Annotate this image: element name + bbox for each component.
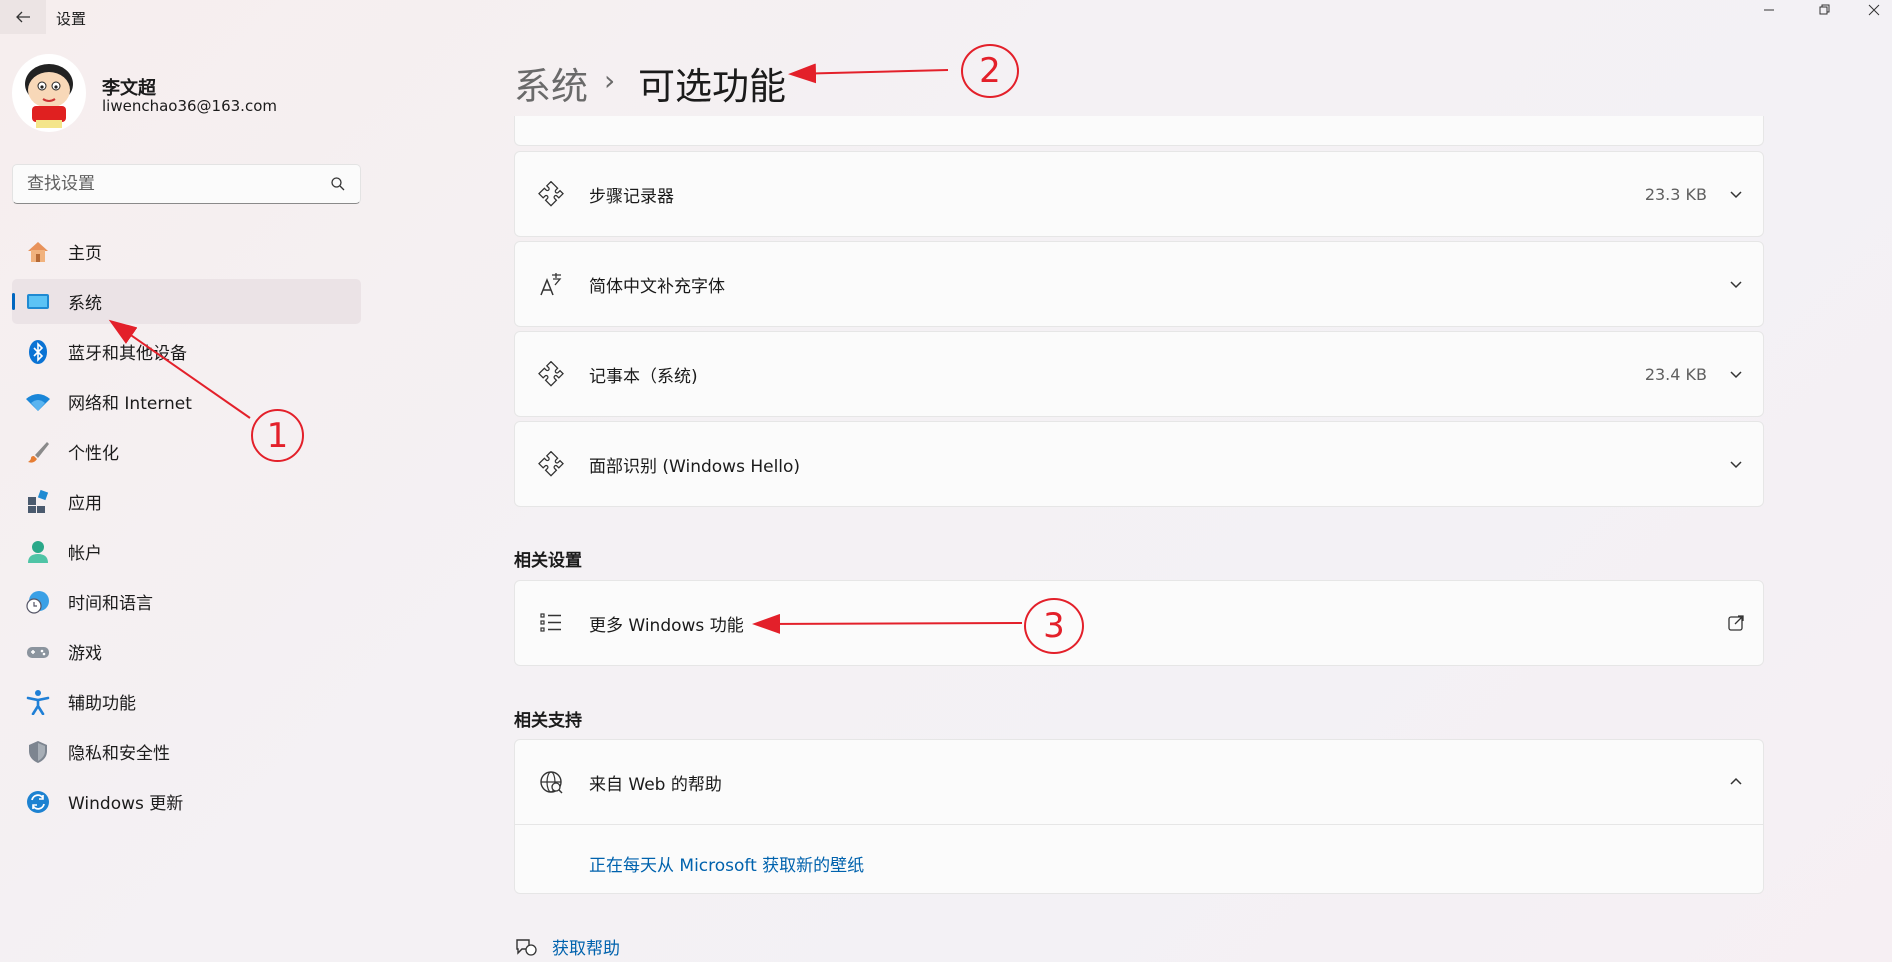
annotation-circle-3: 3	[1024, 598, 1084, 654]
annotation-circle-2: 2	[961, 44, 1019, 98]
annotation-arrow-3	[752, 613, 1023, 634]
annotation-circle-1: 1	[251, 409, 304, 462]
annotation-arrow-2	[788, 63, 949, 84]
annotation-overlay	[108, 63, 1023, 634]
annotation-arrow-1	[108, 319, 251, 419]
